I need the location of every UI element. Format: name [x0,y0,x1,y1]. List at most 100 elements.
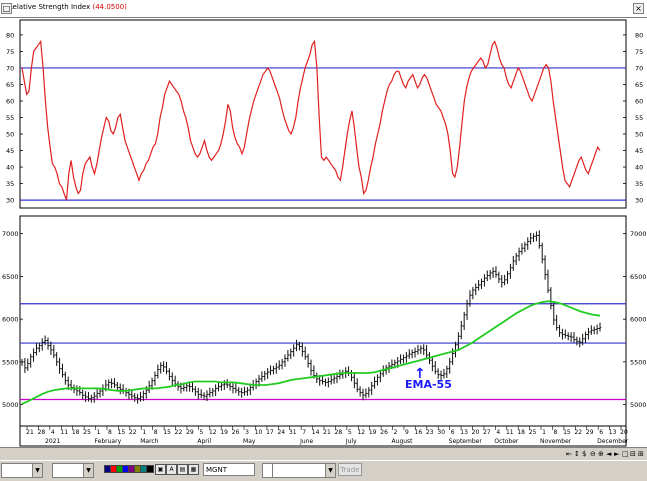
rsi-y-tick-right: 75 [635,48,643,56]
rsi-y-tick-left: 45 [6,147,14,155]
rsi-y-tick-left: 75 [6,48,14,56]
draw-tool-icon[interactable]: ▣ [155,464,166,475]
x-day-tick: 28 [38,429,46,436]
symbol-input[interactable]: MGNT [203,463,255,476]
x-month-label: February [95,438,122,445]
x-month-label: December [597,438,629,445]
x-day-tick: 18 [517,429,525,436]
x-day-tick: 1 [542,429,546,436]
x-day-tick: 31 [289,429,297,436]
x-day-tick: 13 [609,429,617,436]
indicator-title-bar: Relative Strength Index (44.0500) □ × [0,0,647,18]
rsi-y-tick-left: 35 [6,180,14,188]
nav-button-icon[interactable]: ► [614,449,619,460]
nav-button-icon[interactable]: ↕ [574,449,580,460]
x-day-tick: 20 [620,429,628,436]
rsi-y-tick-left: 65 [6,81,14,89]
ema-annotation-arrow: ↑ [414,366,426,382]
restore-icon[interactable]: □ [1,3,12,14]
rsi-y-tick-right: 80 [635,31,643,39]
x-day-tick: 20 [472,429,480,436]
nav-button-icon[interactable]: ⊞ [638,449,644,460]
rsi-y-tick-left: 55 [6,114,14,122]
price-y-tick-left: 5500 [2,358,19,366]
x-day-tick: 10 [255,429,263,436]
x-month-label: November [540,438,572,445]
rsi-y-tick-right: 55 [635,114,643,122]
bottom-toolbar: ▼ ▼ ▣ A ▤ ▦ MGNT ▼ ▼ Trade [0,460,647,481]
x-month-label: October [494,438,519,445]
x-day-tick: 1 [97,429,101,436]
x-day-tick: 12 [357,429,365,436]
price-y-tick-left: 5000 [2,401,19,409]
x-day-tick: 2 [394,429,398,436]
chevron-down-icon: ▼ [83,464,93,477]
rsi-y-tick-left: 40 [6,164,14,172]
x-day-tick: 26 [232,429,240,436]
nav-button-icon[interactable]: ⊟ [630,449,636,460]
price-y-tick-right: 5000 [630,401,647,409]
chart-type-select[interactable]: ▼ [272,463,336,478]
x-day-tick: 25 [83,429,91,436]
nav-button-icon[interactable]: ⇤ [566,449,572,460]
x-day-tick: 22 [175,429,183,436]
nav-button-icon[interactable]: □ [622,449,629,460]
text-tool-icon[interactable]: A [166,464,177,475]
nav-button-icon[interactable]: ⊖ [590,449,596,460]
rsi-y-tick-left: 80 [6,31,14,39]
image-tool-icon[interactable]: ▤ [177,464,188,475]
x-day-tick: 14 [312,429,320,436]
x-day-tick: 5 [348,429,352,436]
x-day-tick: 11 [60,429,68,436]
x-day-tick: 8 [554,429,558,436]
x-day-tick: 8 [108,429,112,436]
grid-tool-icon[interactable]: ▦ [188,464,199,475]
rsi-y-tick-left: 70 [6,64,14,72]
x-day-tick: 25 [529,429,537,436]
x-day-tick: 4 [496,429,500,436]
rsi-y-tick-right: 45 [635,147,643,155]
x-month-label: June [299,438,313,445]
price-y-tick-right: 6000 [630,316,647,324]
price-y-tick-left: 6500 [2,273,19,281]
x-day-tick: 16 [415,429,423,436]
x-day-tick: 27 [483,429,491,436]
x-day-tick: 11 [506,429,514,436]
rsi-y-tick-left: 60 [6,97,14,105]
x-day-tick: 19 [369,429,377,436]
x-month-label: April [197,438,211,445]
rsi-panel-frame [19,19,627,209]
nav-button-icon[interactable]: $ [582,449,586,460]
x-day-tick: 23 [426,429,434,436]
nav-button-icon[interactable]: ◄ [606,449,611,460]
x-day-tick: 3 [245,429,249,436]
x-day-tick: 29 [186,429,194,436]
rsi-y-tick-right: 60 [635,97,643,105]
line-width-select[interactable]: ▼ [52,463,94,478]
price-y-tick-right: 7000 [630,230,647,238]
x-day-tick: 8 [154,429,158,436]
rsi-y-tick-left: 50 [6,131,14,139]
color-swatch[interactable] [146,465,154,473]
line-style-select[interactable]: ▼ [1,463,43,478]
price-y-tick-right: 6500 [630,273,647,281]
price-y-tick-left: 6000 [2,316,19,324]
x-month-label: March [140,438,158,445]
x-day-tick: 21 [323,429,331,436]
rsi-y-tick-right: 50 [635,131,643,139]
x-day-tick: 12 [209,429,217,436]
x-day-tick: 15 [163,429,171,436]
indicator-title: Relative Strength Index (44.0500) [8,3,127,11]
x-day-tick: 26 [380,429,388,436]
price-y-tick-right: 5500 [630,358,647,366]
x-month-label: 2021 [45,438,60,445]
close-icon[interactable]: × [633,3,644,14]
nav-button-icon[interactable]: ⊕ [598,449,604,460]
x-day-tick: 21 [26,429,34,436]
chevron-down-icon: ▼ [32,464,42,477]
x-day-tick: 28 [335,429,343,436]
x-day-tick: 15 [563,429,571,436]
trade-button[interactable]: Trade [338,463,362,476]
x-day-tick: 17 [266,429,274,436]
x-day-tick: 22 [129,429,137,436]
